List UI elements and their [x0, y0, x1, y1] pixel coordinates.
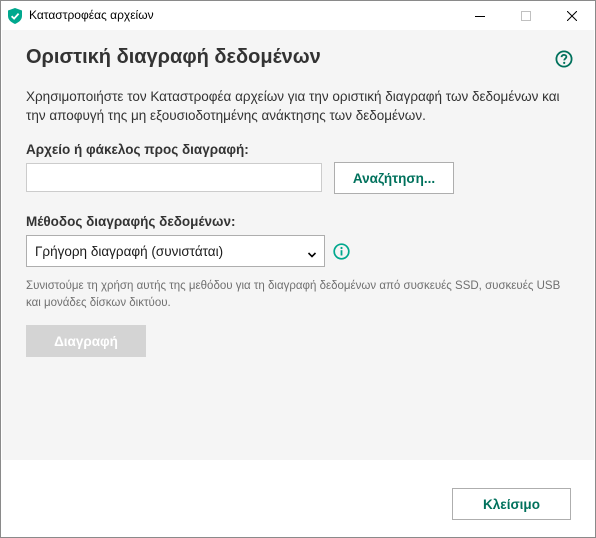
kaspersky-shield-icon [8, 8, 22, 24]
window-title: Καταστροφέας αρχείων [29, 8, 154, 22]
dialog-footer: Κλείσιμο [2, 460, 594, 537]
minimize-icon [475, 15, 485, 17]
selected-method-text: Γρήγορη διαγραφή (συνιστάται) [35, 243, 224, 259]
maximize-button[interactable] [503, 1, 549, 30]
help-question-icon[interactable] [555, 50, 573, 68]
title-bar[interactable]: Καταστροφέας αρχείων [1, 1, 595, 30]
delete-button[interactable]: Διαγραφή [26, 325, 146, 357]
close-window-button[interactable] [549, 1, 595, 30]
page-title: Οριστική διαγραφή δεδομένων [26, 46, 321, 68]
method-hint-text: Συνιστούμε τη χρήση αυτής της μεθόδου γι… [26, 280, 561, 309]
minimize-button[interactable] [457, 1, 503, 30]
info-icon[interactable] [333, 243, 350, 260]
description-text: Χρησιμοποιήστε τον Καταστροφέα αρχείων γ… [26, 89, 560, 123]
close-button[interactable]: Κλείσιμο [452, 488, 571, 520]
maximize-icon [521, 10, 531, 21]
file-field-label: Αρχείο ή φάκελος προς διαγραφή: [26, 142, 249, 157]
file-path-input[interactable] [26, 163, 322, 192]
main-content: Οριστική διαγραφή δεδομένων Χρησιμοποιήσ… [2, 30, 594, 460]
browse-button[interactable]: Αναζήτηση... [334, 162, 454, 194]
close-icon [567, 10, 577, 21]
deletion-method-select[interactable]: Γρήγορη διαγραφή (συνιστάται) [26, 235, 325, 267]
chevron-down-icon [307, 247, 317, 258]
method-field-label: Μέθοδος διαγραφής δεδομένων: [26, 214, 236, 229]
file-shredder-window: Καταστροφέας αρχείων Οριστική διαγραφή δ… [0, 0, 596, 538]
